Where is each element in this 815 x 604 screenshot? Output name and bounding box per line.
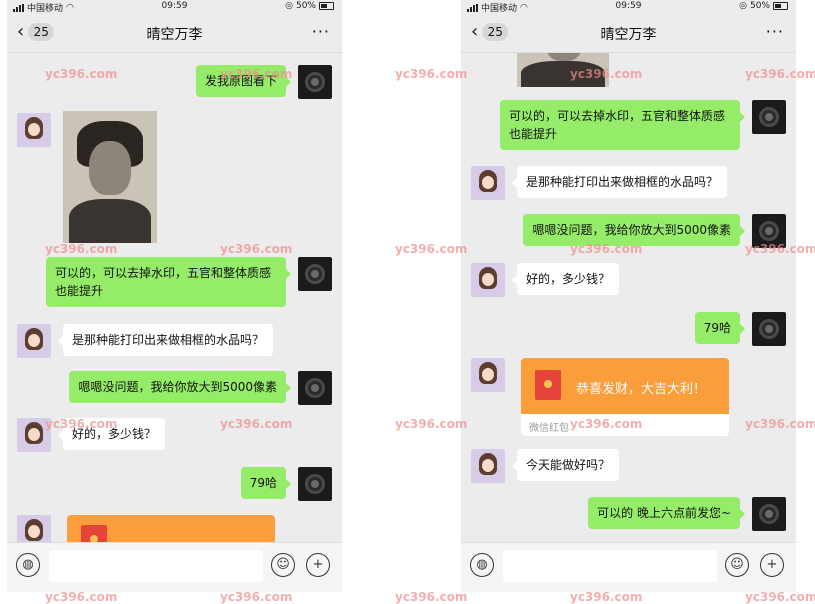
photo-message[interactable] [63, 111, 157, 243]
chat-title: 晴空万李 [600, 27, 657, 43]
emoji-icon[interactable]: ☺ [271, 553, 295, 577]
emoji-icon[interactable]: ☺ [725, 553, 749, 577]
red-packet-icon [535, 370, 561, 400]
message-input[interactable] [503, 550, 717, 582]
chevron-left-icon: ‹ [17, 21, 25, 42]
message-bubble[interactable]: 79哈 [240, 467, 292, 499]
avatar-self[interactable] [298, 371, 332, 405]
avatar-contact[interactable] [471, 449, 505, 483]
battery-icon [319, 2, 334, 10]
message-bubble[interactable]: 今天能做好吗？ [511, 449, 620, 481]
avatar-contact[interactable] [17, 324, 51, 358]
photo-message[interactable] [517, 53, 609, 87]
message-bubble[interactable]: 是那种能打印出来做相框的水品吗？ [57, 324, 274, 356]
input-bar: ◍ ☺ + [461, 542, 796, 592]
battery-percent: 50% [749, 1, 770, 11]
back-button[interactable]: ‹ 25 [17, 21, 55, 42]
more-icon[interactable]: ··· [766, 22, 784, 41]
avatar-self[interactable] [752, 497, 786, 531]
rotation-lock-icon: ◎ [285, 1, 293, 11]
message-bubble[interactable]: 发我原图看下 [195, 65, 292, 97]
back-button[interactable]: ‹ 25 [471, 21, 509, 42]
battery-icon [773, 2, 788, 10]
avatar-contact[interactable] [471, 263, 505, 297]
status-bar: 中国移动 ◠ 09:59 ◎ 50% [461, 0, 796, 14]
message-bubble[interactable]: 可以的，可以去掉水印，五官和整体质感也能提升 [500, 100, 745, 150]
avatar-self[interactable] [298, 65, 332, 99]
status-bar: 中国移动 ◠ 09:59 ◎ 50% [7, 0, 342, 14]
watermark-text: yc396.com [570, 590, 643, 604]
phone-screen-left: 中国移动 ◠ 09:59 ◎ 50% ‹ 25 晴空万李 ··· 发我原图看下 [7, 0, 342, 592]
message-bubble[interactable]: 嗯嗯没问题，我给你放大到5000像素 [69, 371, 291, 403]
avatar-self[interactable] [752, 214, 786, 248]
watermark-text: yc396.com [45, 590, 118, 604]
avatar-contact[interactable] [471, 166, 505, 200]
message-bubble[interactable]: 79哈 [694, 312, 746, 344]
message-bubble[interactable]: 好的，多少钱？ [511, 263, 620, 295]
message-bubble[interactable]: 好的，多少钱？ [57, 418, 166, 450]
avatar-contact[interactable] [471, 358, 505, 392]
chat-area[interactable]: 可以的，可以去掉水印，五官和整体质感也能提升 是那种能打印出来做相框的水品吗？ … [461, 53, 796, 542]
red-packet-label: 微信红包 [529, 423, 569, 434]
watermark-text: yc396.com [395, 417, 468, 431]
red-packet-message[interactable]: 恭喜发财，大吉大利！ 微信红包 [521, 358, 729, 436]
battery-percent: 50% [295, 1, 316, 11]
voice-icon[interactable]: ◍ [16, 553, 40, 577]
more-icon[interactable]: ··· [312, 22, 330, 41]
red-packet-message[interactable] [67, 515, 275, 542]
plus-icon[interactable]: + [306, 553, 330, 577]
watermark-text: yc396.com [220, 590, 293, 604]
plus-icon[interactable]: + [760, 553, 784, 577]
message-bubble[interactable]: 是那种能打印出来做相框的水品吗？ [511, 166, 728, 198]
chat-area[interactable]: 发我原图看下 可以的，可以去掉水印，五官和整体质感也能提升 是那种能打印出来做相… [7, 53, 342, 542]
message-bubble[interactable]: 嗯嗯没问题，我给你放大到5000像素 [523, 214, 745, 246]
nav-bar: ‹ 25 晴空万李 ··· [461, 14, 796, 53]
input-bar: ◍ ☺ + [7, 542, 342, 592]
avatar-contact[interactable] [17, 418, 51, 452]
voice-icon[interactable]: ◍ [470, 553, 494, 577]
avatar-self[interactable] [298, 257, 332, 291]
unread-count: 25 [482, 23, 509, 41]
watermark-text: yc396.com [395, 67, 468, 81]
avatar-contact[interactable] [17, 515, 51, 542]
watermark-text: yc396.com [395, 242, 468, 256]
chat-title: 晴空万李 [146, 27, 203, 43]
avatar-contact[interactable] [17, 113, 51, 147]
nav-bar: ‹ 25 晴空万李 ··· [7, 14, 342, 53]
rotation-lock-icon: ◎ [739, 1, 747, 11]
message-input[interactable] [49, 550, 263, 582]
avatar-self[interactable] [752, 100, 786, 134]
avatar-self[interactable] [752, 312, 786, 346]
red-packet-text: 恭喜发财，大吉大利！ [576, 382, 707, 397]
phone-screen-right: 中国移动 ◠ 09:59 ◎ 50% ‹ 25 晴空万李 ··· 可以的，可以去… [461, 0, 796, 592]
avatar-self[interactable] [298, 467, 332, 501]
watermark-text: yc396.com [395, 590, 468, 604]
unread-count: 25 [28, 23, 55, 41]
message-bubble[interactable]: 可以的 晚上六点前发您~ [588, 497, 745, 529]
red-packet-icon [81, 525, 107, 542]
chevron-left-icon: ‹ [471, 21, 479, 42]
message-bubble[interactable]: 可以的，可以去掉水印，五官和整体质感也能提升 [46, 257, 291, 307]
watermark-text: yc396.com [745, 590, 815, 604]
